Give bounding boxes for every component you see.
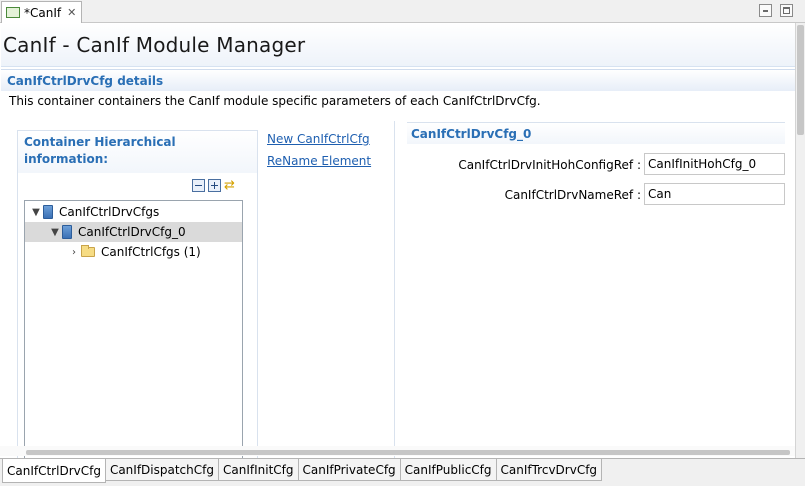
section-header: CanIfCtrlDrvCfg details	[1, 69, 795, 91]
maximize-icon[interactable]	[780, 4, 793, 17]
tab-canifprivatecfg[interactable]: CanIfPrivateCfg	[297, 459, 401, 481]
container-tree[interactable]: ▼ CanIfCtrlDrvCfgs ▼ CanIfCtrlDrvCfg_0 ›…	[24, 200, 243, 464]
tab-canifdispatchcfg[interactable]: CanIfDispatchCfg	[104, 459, 219, 481]
editor-body: CanIf - CanIf Module Manager CanIfCtrlDr…	[1, 23, 795, 466]
form-title-bar: CanIf - CanIf Module Manager	[1, 23, 795, 67]
details-panel-header: CanIfCtrlDrvCfg_0	[407, 122, 785, 144]
details-panel: CanIfCtrlDrvCfg_0 CanIfCtrlDrvInitHohCon…	[394, 121, 785, 466]
folder-icon	[81, 245, 95, 257]
init-hoh-config-ref-label: CanIfCtrlDrvInitHohConfigRef :	[458, 158, 641, 172]
page-tabs: CanIfCtrlDrvCfg CanIfDispatchCfg CanIfIn…	[0, 458, 805, 486]
drv-name-ref-label: CanIfCtrlDrvNameRef :	[504, 188, 641, 202]
hierarchy-panel: Container Hierarchical information: ⇄ ▼ …	[17, 130, 258, 466]
rename-element-link[interactable]: ReName Element	[267, 154, 371, 168]
minimize-icon[interactable]	[759, 4, 772, 17]
tab-canifctrldrvcfg[interactable]: CanIfCtrlDrvCfg	[2, 459, 106, 483]
tab-canifpubliccfg[interactable]: CanIfPublicCfg	[399, 459, 497, 481]
horizontal-scroll-thumb[interactable]	[26, 450, 790, 455]
close-icon[interactable]: ✕	[67, 7, 76, 18]
tab-canifinitcfg[interactable]: CanIfInitCfg	[217, 459, 299, 481]
drv-name-ref-field[interactable]	[644, 183, 785, 205]
new-ctrlcfg-link[interactable]: New CanIfCtrlCfg	[267, 132, 370, 146]
tree-item-label: CanIfCtrlCfgs (1)	[101, 245, 201, 259]
editor-tab-label: *CanIf	[24, 5, 62, 20]
link-editor-icon[interactable]: ⇄	[224, 179, 237, 192]
tree-item[interactable]: ▼ CanIfCtrlDrvCfgs	[25, 202, 242, 222]
hierarchy-panel-header: Container Hierarchical information:	[18, 131, 257, 173]
window-controls	[759, 4, 793, 17]
tree-item-label: CanIfCtrlDrvCfgs	[59, 205, 160, 219]
file-icon	[6, 7, 20, 18]
chevron-right-icon[interactable]: ›	[67, 242, 81, 262]
section-description: This container containers the CanIf modu…	[9, 94, 541, 108]
tab-caniftrcvdrvcfg[interactable]: CanIfTrcvDrvCfg	[495, 459, 603, 481]
tree-item[interactable]: › CanIfCtrlCfgs (1)	[25, 242, 242, 262]
editor-tab-strip: *CanIf ✕	[0, 0, 805, 23]
expand-all-icon[interactable]	[208, 179, 221, 192]
section-title: CanIfCtrlDrvCfg details	[7, 74, 164, 88]
init-hoh-config-ref-field[interactable]	[644, 153, 785, 175]
tree-item-label: CanIfCtrlDrvCfg_0	[78, 225, 186, 239]
details-title: CanIfCtrlDrvCfg_0	[411, 127, 532, 141]
chevron-down-icon[interactable]: ▼	[29, 202, 43, 222]
hierarchy-label: Container Hierarchical information:	[24, 135, 176, 166]
chevron-down-icon[interactable]: ▼	[48, 222, 62, 242]
collapse-all-icon[interactable]	[192, 179, 205, 192]
page-title: CanIf - CanIf Module Manager	[3, 33, 306, 57]
vertical-scrollbar[interactable]	[795, 23, 805, 460]
container-icon	[43, 205, 53, 219]
tree-toolbar: ⇄	[192, 179, 237, 192]
horizontal-scrollbar[interactable]	[0, 446, 795, 456]
tree-item-selected[interactable]: ▼ CanIfCtrlDrvCfg_0	[25, 222, 242, 242]
editor-tab-canif[interactable]: *CanIf ✕	[1, 1, 82, 23]
container-icon	[62, 225, 72, 239]
vertical-scroll-thumb[interactable]	[797, 25, 804, 135]
